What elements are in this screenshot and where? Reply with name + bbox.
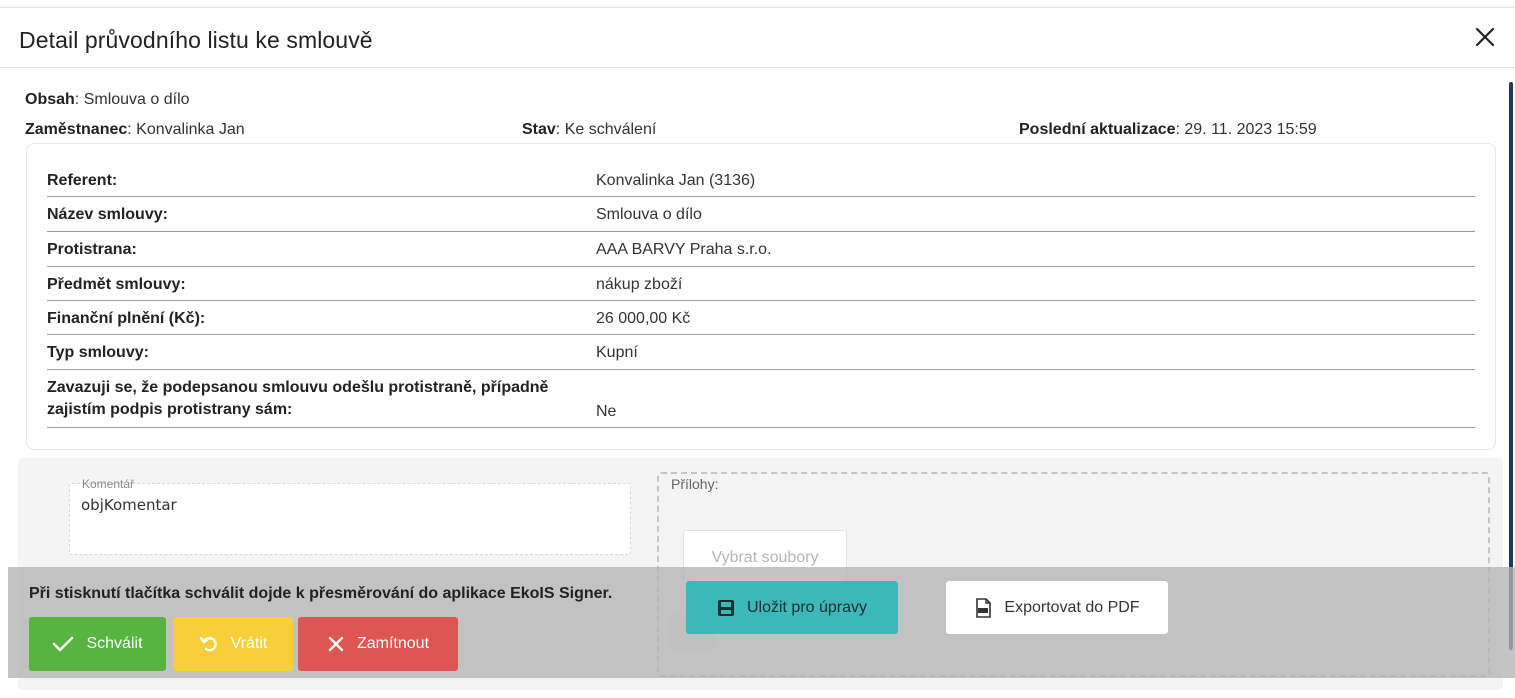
summary-employee: Zaměstnanec: Konvalinka Jan: [25, 121, 245, 138]
detail-row: Zavazuji se, že podepsanou smlouvu odešl…: [47, 370, 1475, 428]
scrollbar[interactable]: [1509, 82, 1513, 650]
detail-value: Smlouva o dílo: [596, 206, 702, 223]
detail-value: Ne: [596, 403, 617, 420]
status-value: Ke schválení: [564, 121, 657, 138]
detail-row: Předmět smlouvy: nákup zboží: [47, 267, 1475, 301]
summary-updated: Poslední aktualizace: 29. 11. 2023 15:59: [1019, 121, 1317, 138]
summary-obsah: Obsah: Smlouva o dílo: [25, 91, 190, 108]
employee-value: Konvalinka Jan: [136, 121, 245, 138]
dialog-header: Detail průvodního listu ke smlouvě: [0, 8, 1515, 68]
employee-label: Zaměstnanec: [25, 121, 128, 138]
updated-value: 29. 11. 2023 15:59: [1184, 121, 1317, 138]
detail-row: Finanční plnění (Kč): 26 000,00 Kč: [47, 301, 1475, 335]
reject-label: Zamítnout: [356, 635, 430, 652]
details-card: Referent: Konvalinka Jan (3136) Název sm…: [26, 143, 1496, 450]
reject-button[interactable]: Zamítnout: [298, 617, 458, 671]
return-label: Vrátit: [230, 635, 268, 652]
updated-label: Poslední aktualizace: [1019, 121, 1176, 138]
detail-value: AAA BARVY Praha s.r.o.: [596, 241, 772, 258]
dialog-title: Detail průvodního listu ke smlouvě: [19, 27, 373, 53]
detail-value: 26 000,00 Kč: [596, 310, 691, 327]
summary-status: Stav: Ke schválení: [522, 121, 657, 138]
detail-label: Finanční plnění (Kč):: [47, 310, 206, 327]
save-label: Uložit pro úpravy: [746, 598, 868, 616]
detail-row: Název smlouvy: Smlouva o dílo: [47, 197, 1475, 232]
x-icon: [328, 636, 344, 652]
detail-label: Název smlouvy:: [47, 206, 168, 223]
detail-row: Protistrana: AAA BARVY Praha s.r.o.: [47, 232, 1475, 267]
detail-label: Referent:: [47, 172, 118, 189]
close-icon: [1475, 27, 1495, 47]
detail-row: Typ smlouvy: Kupní: [47, 335, 1475, 370]
export-label: Exportovat do PDF: [1004, 598, 1140, 616]
obsah-label: Obsah: [25, 91, 75, 108]
obsah-value: Smlouva o dílo: [83, 91, 190, 108]
close-button[interactable]: [1472, 24, 1498, 50]
undo-icon: [199, 636, 217, 652]
detail-value: nákup zboží: [596, 276, 683, 293]
floppy-icon: [717, 599, 734, 616]
detail-row: Referent: Konvalinka Jan (3136): [47, 163, 1475, 197]
attachments-label: Přílohy:: [671, 476, 719, 492]
signer-notice: Při stisknutí tlačítka schválit dojde k …: [29, 585, 613, 602]
detail-label: Předmět smlouvy:: [47, 276, 186, 293]
return-button[interactable]: Vrátit: [173, 617, 293, 671]
comment-value: objKomentar: [81, 496, 177, 514]
comment-label: Komentář: [82, 477, 135, 491]
detail-value: Konvalinka Jan (3136): [596, 172, 756, 189]
save-for-edit-button[interactable]: Uložit pro úpravy: [686, 581, 898, 634]
detail-value: Kupní: [596, 344, 638, 361]
detail-label: Typ smlouvy:: [47, 344, 149, 361]
approve-label: Schválit: [86, 635, 143, 652]
check-icon: [53, 636, 74, 652]
approve-button[interactable]: Schválit: [29, 617, 166, 671]
detail-label: Protistrana:: [47, 241, 137, 258]
pdf-icon: [976, 597, 992, 618]
status-label: Stav: [522, 121, 556, 138]
export-pdf-button[interactable]: Exportovat do PDF: [946, 581, 1168, 634]
detail-label: Zavazuji se, že podepsanou smlouvu odešl…: [47, 379, 549, 418]
comment-input[interactable]: [69, 483, 631, 555]
